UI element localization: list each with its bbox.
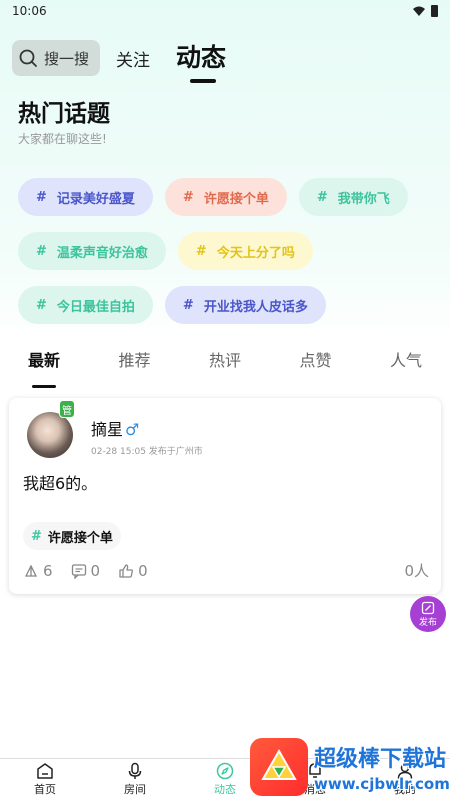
topic-label: 我带你飞 bbox=[337, 191, 390, 207]
hash-icon: # bbox=[36, 297, 47, 313]
nav-home-label: 首页 bbox=[34, 783, 56, 796]
wifi-icon bbox=[413, 6, 425, 16]
hash-icon: # bbox=[31, 528, 42, 544]
thumbs-up-icon bbox=[119, 563, 134, 578]
like-count: 0 bbox=[138, 561, 148, 580]
people-count: 0人 bbox=[404, 562, 429, 580]
topic-tag[interactable]: # 许愿接个单 bbox=[164, 178, 287, 216]
status-icons bbox=[413, 5, 438, 17]
publish-label: 发布 bbox=[418, 617, 437, 628]
search-box[interactable]: 搜一搜 bbox=[12, 40, 100, 76]
topic-label: 今天上分了吗 bbox=[216, 245, 295, 261]
post-content: 我超6的。 bbox=[23, 474, 98, 493]
watermark-title: 超级棒下载站 bbox=[314, 747, 447, 772]
hot-topics-title: 热门话题 bbox=[18, 101, 110, 127]
topic-tag[interactable]: # 温柔声音好治愈 bbox=[18, 232, 166, 270]
compass-icon bbox=[216, 762, 234, 780]
post-actions: 6 0 0 0人 bbox=[23, 560, 429, 581]
hot-topics-list: # 记录美好盛夏 # 许愿接个单 # 我带你飞 # 温柔声音好治愈 # 今天上分了吗 # 今… bbox=[18, 178, 438, 340]
comment-button[interactable]: 0 bbox=[71, 561, 101, 580]
watermark-text: 超级棒下载站 www.cjbwlr.com bbox=[314, 741, 450, 793]
gift-button[interactable]: 6 bbox=[23, 562, 53, 580]
post-topic-tag[interactable]: # 许愿接个单 bbox=[23, 522, 121, 550]
topic-tag[interactable]: # 我带你飞 bbox=[298, 178, 408, 216]
male-icon: ♂ bbox=[125, 420, 140, 439]
tab-hot-comment[interactable]: 热评 bbox=[209, 346, 241, 386]
hash-icon: # bbox=[316, 189, 328, 205]
topic-tag[interactable]: # 今天上分了吗 bbox=[177, 232, 313, 270]
gift-icon bbox=[24, 564, 38, 577]
edit-icon bbox=[421, 601, 435, 614]
tab-follow[interactable]: 关注 bbox=[116, 46, 150, 71]
topic-tag[interactable]: # 记录美好盛夏 bbox=[18, 178, 153, 216]
topic-label: 开业找我人皮话多 bbox=[203, 299, 308, 315]
post-meta: 02-28 15:05 发布于广州市 bbox=[91, 447, 203, 457]
topic-row: # 今日最佳自拍 # 开业找我人皮话多 bbox=[18, 286, 438, 324]
top-nav: 搜一搜 关注 动态 bbox=[0, 36, 450, 83]
tab-dynamic[interactable]: 动态 bbox=[176, 43, 226, 83]
username-text: 摘星 bbox=[91, 420, 124, 439]
topic-label: 许愿接个单 bbox=[203, 191, 269, 207]
admin-badge: 管 bbox=[59, 400, 75, 418]
topic-label: 记录美好盛夏 bbox=[56, 191, 135, 207]
hash-icon: # bbox=[36, 243, 47, 259]
nav-dynamic-label: 动态 bbox=[214, 783, 236, 796]
watermark-logo bbox=[250, 738, 308, 796]
post-card[interactable]: 管 摘星 ♂ 02-28 15:05 发布于广州市 我超6的。 # 许愿接个单 6… bbox=[9, 398, 441, 594]
hash-icon: # bbox=[36, 189, 47, 205]
comment-icon bbox=[71, 563, 86, 579]
site-watermark: 超级棒下载站 www.cjbwlr.com bbox=[250, 734, 450, 800]
topic-label: 温柔声音好治愈 bbox=[56, 245, 148, 261]
comment-count: 0 bbox=[90, 561, 101, 580]
battery-icon bbox=[431, 5, 438, 17]
status-bar: 10:06 bbox=[0, 0, 450, 22]
hash-icon: # bbox=[182, 189, 194, 205]
topic-label: 今日最佳自拍 bbox=[56, 299, 135, 315]
mic-icon bbox=[128, 762, 142, 779]
status-time: 10:06 bbox=[12, 4, 47, 18]
search-icon bbox=[19, 49, 37, 67]
hot-topics-subtitle: 大家都在聊这些! bbox=[18, 132, 107, 146]
topic-tag[interactable]: # 开业找我人皮话多 bbox=[164, 286, 326, 324]
tab-likes[interactable]: 点赞 bbox=[299, 346, 331, 386]
tab-recommend[interactable]: 推荐 bbox=[118, 346, 150, 386]
username[interactable]: 摘星 ♂ bbox=[91, 416, 139, 440]
topic-row: # 温柔声音好治愈 # 今天上分了吗 bbox=[18, 232, 438, 270]
watermark-url: www.cjbwlr.com bbox=[314, 775, 450, 793]
nav-home[interactable]: 首页 bbox=[0, 762, 90, 797]
topic-row: # 记录美好盛夏 # 许愿接个单 # 我带你飞 bbox=[18, 178, 438, 216]
tab-latest[interactable]: 最新 bbox=[28, 346, 60, 388]
download-arrow-icon bbox=[261, 748, 297, 780]
publish-button[interactable]: 发布 bbox=[410, 596, 446, 632]
topic-tag[interactable]: # 今日最佳自拍 bbox=[18, 286, 153, 324]
gift-count: 6 bbox=[43, 561, 53, 580]
home-icon bbox=[37, 763, 53, 779]
avatar[interactable] bbox=[27, 412, 73, 458]
nav-room-label: 房间 bbox=[124, 783, 146, 796]
nav-room[interactable]: 房间 bbox=[90, 762, 180, 797]
like-button[interactable]: 0 bbox=[118, 562, 148, 580]
hash-icon: # bbox=[182, 297, 194, 313]
hash-icon: # bbox=[195, 243, 207, 259]
feed-tabs: 最新 推荐 热评 点赞 人气 bbox=[0, 346, 450, 388]
tab-popular[interactable]: 人气 bbox=[390, 346, 422, 386]
post-topic-label: 许愿接个单 bbox=[47, 530, 113, 546]
search-placeholder: 搜一搜 bbox=[44, 49, 90, 68]
